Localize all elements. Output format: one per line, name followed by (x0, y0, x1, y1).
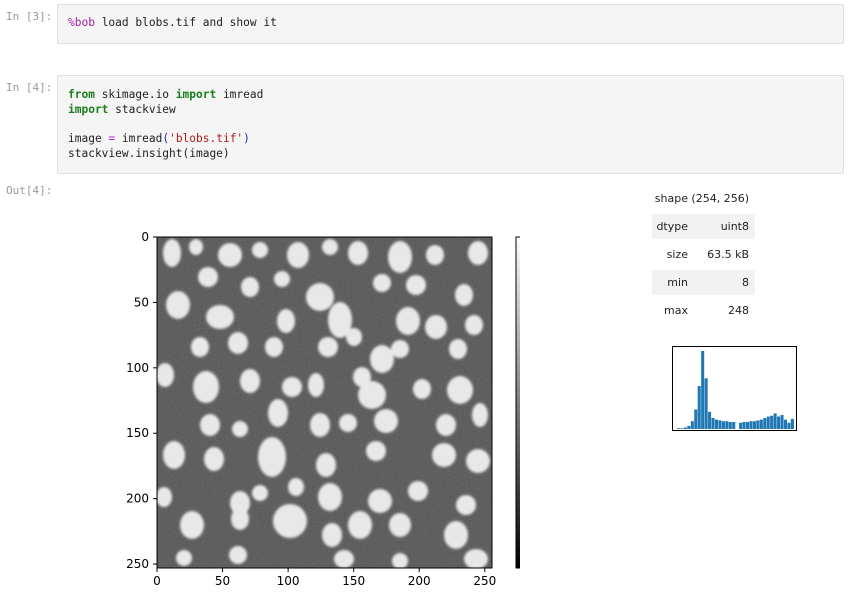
histogram-bar (732, 421, 736, 429)
cell-prompt-4: In [4]: (6, 81, 53, 94)
histogram (672, 346, 797, 431)
x-tick-label: 250 (473, 574, 496, 588)
stats-value: 8 (742, 276, 749, 289)
stats-key: dtype (656, 220, 688, 233)
histogram-bar (749, 421, 753, 429)
stats-row-min: min 8 (652, 270, 755, 295)
code-line: stackview.insight(image) (68, 147, 230, 161)
y-tick-label: 0 (141, 230, 149, 244)
function-name: imread (115, 132, 163, 145)
histogram-bar (721, 421, 725, 429)
histogram-bar (766, 416, 770, 429)
x-tick-label: 50 (215, 574, 230, 588)
histogram-bar (718, 420, 722, 429)
stats-value: 63.5 kB (707, 248, 749, 261)
histogram-bar (711, 418, 715, 429)
x-tick-label: 100 (277, 574, 300, 588)
stats-key: max (664, 304, 688, 317)
histogram-bar (790, 418, 794, 429)
code-line: import stackview (68, 103, 176, 117)
keyword: import (68, 103, 109, 116)
histogram-bar (739, 422, 743, 429)
histogram-bar (746, 421, 750, 429)
y-tick-label: 200 (126, 492, 149, 506)
magic-command: %bob (68, 16, 95, 29)
y-tick-label: 50 (134, 295, 149, 309)
histogram-bar (680, 428, 684, 429)
blobs-image (157, 237, 492, 568)
y-tick-label: 100 (126, 361, 149, 375)
y-tick-label: 150 (126, 426, 149, 440)
stats-row-max: max 248 (652, 298, 755, 323)
histogram-bar (759, 419, 763, 429)
histogram-bar (701, 351, 705, 429)
stats-value: 248 (728, 304, 749, 317)
histogram-bar (690, 421, 694, 429)
stats-key: min (667, 276, 688, 289)
stats-row-size: size 63.5 kB (652, 242, 755, 267)
stats-row-dtype: dtype uint8 (652, 214, 755, 239)
code-line: image = imread('blobs.tif') (68, 132, 250, 146)
magic-argument: load blobs.tif and show it (94, 16, 277, 29)
histogram-bar (773, 413, 777, 429)
module-name: stackview (68, 147, 129, 160)
stats-row-shape: shape (254, 256) (652, 186, 755, 211)
histogram-bar (725, 421, 729, 429)
histogram-bar (694, 409, 698, 429)
x-tick-label: 200 (408, 574, 431, 588)
code-cell-4[interactable]: from skimage.io import imread import sta… (57, 75, 844, 174)
x-tick-label: 150 (342, 574, 365, 588)
histogram-bar (777, 416, 781, 429)
histogram-bar (677, 428, 681, 429)
keyword: from (68, 88, 95, 101)
y-axis: 0 50 100 150 200 250 (126, 230, 157, 571)
import-name: imread (216, 88, 264, 101)
histogram-bar (742, 421, 746, 429)
histogram-bar (683, 427, 687, 429)
histogram-bar (714, 419, 718, 429)
module-name: skimage.io (94, 88, 176, 101)
histogram-bar (687, 425, 691, 429)
histogram-bar (708, 411, 712, 429)
histogram-bar (770, 415, 774, 429)
output-prompt-4: Out[4]: (6, 184, 53, 197)
variable: image (68, 132, 109, 145)
stats-value: (254, 256) (691, 192, 749, 205)
import-name: stackview (108, 103, 176, 116)
histogram-bar (756, 420, 760, 429)
call-expression: .insight(image) (128, 147, 230, 160)
histogram-bar (697, 386, 701, 429)
histogram-bar (728, 421, 732, 429)
histogram-bar (752, 421, 756, 429)
histogram-bar (783, 419, 787, 429)
code-cell-3[interactable]: %bob load blobs.tif and show it (57, 4, 844, 44)
code-line: %bob load blobs.tif and show it (68, 16, 277, 30)
image-plot: 0 50 100 150 200 250 0 50 100 150 200 250 200 150 10… (126, 230, 520, 588)
stats-key: size (666, 248, 688, 261)
stats-key: shape (654, 192, 688, 205)
cell-prompt-3: In [3]: (6, 10, 53, 23)
colorbar (515, 236, 520, 569)
y-tick-label: 250 (126, 557, 149, 571)
histogram-bar (787, 422, 791, 429)
x-tick-label: 0 (153, 574, 161, 588)
histogram-bar (763, 418, 767, 429)
keyword: import (175, 88, 217, 101)
code-line: from skimage.io import imread (68, 88, 263, 102)
stats-value: uint8 (720, 220, 749, 233)
paren: ) (243, 132, 250, 145)
x-axis: 0 50 100 150 200 250 (153, 568, 496, 588)
string-literal: 'blobs.tif' (169, 132, 244, 145)
histogram-bar (780, 414, 784, 429)
histogram-bar (704, 378, 708, 429)
